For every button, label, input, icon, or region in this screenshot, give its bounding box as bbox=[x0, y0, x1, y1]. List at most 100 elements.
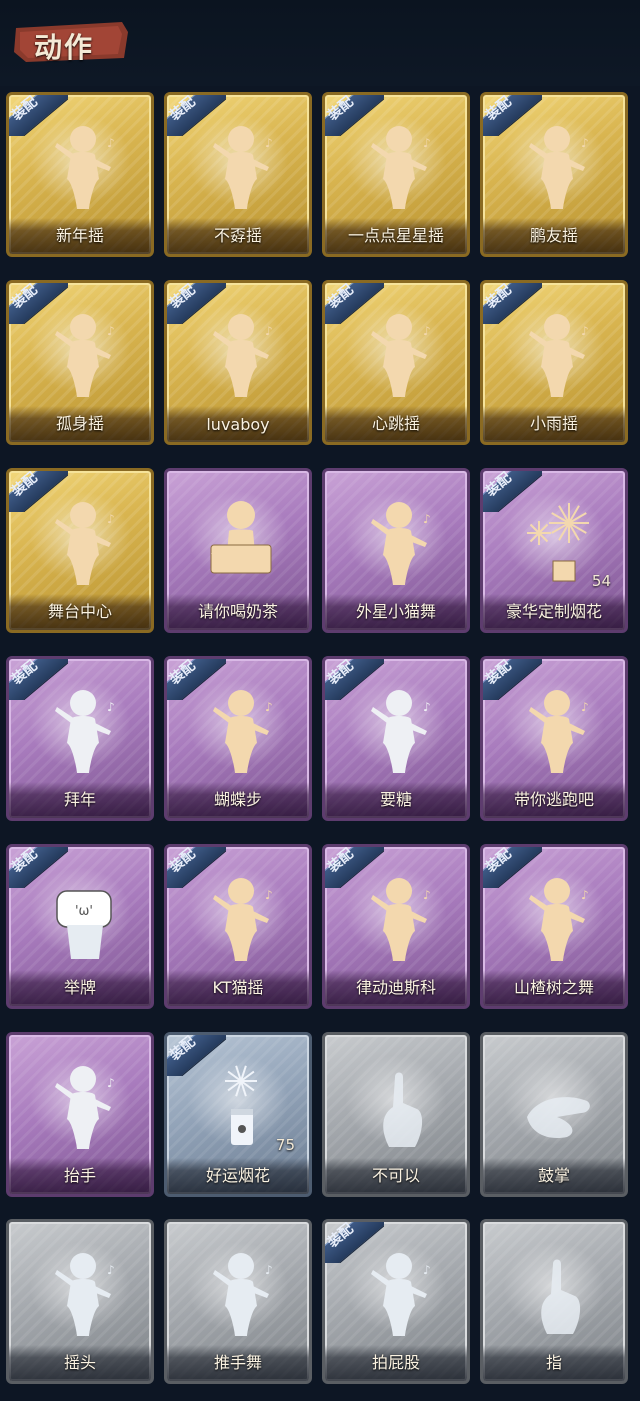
equipped-badge: 装配 bbox=[167, 847, 226, 888]
emote-label: 一点点星星摇 bbox=[347, 226, 444, 245]
svg-text:♪: ♪ bbox=[423, 700, 431, 714]
equipped-badge: 装配 bbox=[9, 847, 68, 888]
emote-card[interactable]: ♪ 蝴蝶步 装配 bbox=[164, 656, 312, 821]
equipped-badge: 装配 bbox=[483, 847, 542, 888]
emote-label: 蝴蝶步 bbox=[213, 790, 262, 809]
emote-card[interactable]: ♪ 推手舞 bbox=[164, 1219, 312, 1384]
svg-text:♪: ♪ bbox=[107, 1076, 115, 1090]
greeting-figure-icon: ♪ bbox=[55, 1066, 115, 1149]
emote-card[interactable]: ♪ 不孬摇 装配 bbox=[164, 92, 312, 257]
emote-label: 摇头 bbox=[63, 1353, 96, 1372]
emote-card[interactable]: 54 豪华定制烟花 装配 bbox=[480, 468, 628, 633]
emote-card[interactable]: ♪ KT猫摇 装配 bbox=[164, 844, 312, 1009]
svg-text:'ω': 'ω' bbox=[75, 904, 93, 919]
emote-label: 外星小猫舞 bbox=[355, 602, 436, 621]
emote-label: 新年摇 bbox=[55, 226, 104, 245]
emote-card[interactable]: 请你喝奶茶 bbox=[164, 468, 312, 633]
emote-card[interactable]: ♪ 要糖 装配 bbox=[322, 656, 470, 821]
item-count: 54 bbox=[591, 572, 611, 590]
svg-text:♪: ♪ bbox=[423, 136, 431, 150]
equipped-badge: 装配 bbox=[325, 847, 384, 888]
greeting-figure-icon: ♪ bbox=[213, 1253, 273, 1336]
equipped-badge: 装配 bbox=[9, 471, 68, 512]
emote-card[interactable]: ♪ 小雨摇 装配 bbox=[480, 280, 628, 445]
equipped-badge: 装配 bbox=[483, 283, 542, 324]
equipped-badge: 装配 bbox=[9, 659, 68, 700]
svg-text:♪: ♪ bbox=[107, 700, 115, 714]
equipped-badge: 装配 bbox=[325, 659, 384, 700]
emote-card[interactable]: 指 bbox=[480, 1219, 628, 1384]
svg-text:♪: ♪ bbox=[423, 888, 431, 902]
svg-text:♪: ♪ bbox=[423, 324, 431, 338]
emote-card[interactable]: ♪ 一点点星星摇 装配 bbox=[322, 92, 470, 257]
equipped-badge: 装配 bbox=[167, 659, 226, 700]
emote-card[interactable]: ♪ luvaboy 装配 bbox=[164, 280, 312, 445]
greeting-figure-icon: ♪ bbox=[55, 1253, 115, 1336]
svg-text:♪: ♪ bbox=[581, 324, 589, 338]
emote-card[interactable]: 75 好运烟花 装配 bbox=[164, 1032, 312, 1197]
svg-text:♪: ♪ bbox=[265, 324, 273, 338]
emote-card[interactable]: ♪ 带你逃跑吧 装配 bbox=[480, 656, 628, 821]
equipped-badge: 装配 bbox=[325, 1222, 384, 1263]
emote-label: 孤身摇 bbox=[55, 414, 104, 433]
emote-label: luvaboy bbox=[206, 415, 270, 434]
emote-label: 律动迪斯科 bbox=[355, 978, 436, 997]
equipped-badge: 装配 bbox=[167, 283, 226, 324]
equipped-badge: 装配 bbox=[483, 95, 542, 136]
svg-text:♪: ♪ bbox=[581, 700, 589, 714]
emote-card[interactable]: ♪ 舞台中心 装配 bbox=[6, 468, 154, 633]
emote-label: 拍屁股 bbox=[371, 1353, 420, 1372]
emote-card[interactable]: ♪ 拍屁股 装配 bbox=[322, 1219, 470, 1384]
milk-tea-figure-icon bbox=[210, 501, 272, 574]
equipped-badge: 装配 bbox=[9, 283, 68, 324]
equipped-badge: 装配 bbox=[325, 95, 384, 136]
emote-grid: ♪ 新年摇 装配 ♪ 不孬摇 装配 ♪ 一点点星星摇 装配 ♪ 鹏友摇 装配 ♪… bbox=[0, 86, 640, 1401]
emote-label: 拜年 bbox=[63, 790, 96, 809]
dance-figure-icon: ♪ bbox=[371, 502, 431, 585]
equipped-badge: 装配 bbox=[167, 1035, 226, 1076]
emote-label: 推手舞 bbox=[213, 1353, 262, 1372]
emote-label: 舞台中心 bbox=[47, 602, 112, 621]
clap-hands-icon bbox=[527, 1097, 590, 1139]
emote-card[interactable]: ♪ 拜年 装配 bbox=[6, 656, 154, 821]
emote-card[interactable]: ♪ 孤身摇 装配 bbox=[6, 280, 154, 445]
emote-card[interactable]: ♪ 山楂树之舞 装配 bbox=[480, 844, 628, 1009]
emote-card[interactable]: 鼓掌 bbox=[480, 1032, 628, 1197]
emote-label: 抬手 bbox=[63, 1166, 96, 1185]
svg-text:♪: ♪ bbox=[423, 512, 431, 526]
svg-text:♪: ♪ bbox=[107, 512, 115, 526]
emote-card[interactable]: ♪ 新年摇 装配 bbox=[6, 92, 154, 257]
emote-label: 不可以 bbox=[371, 1166, 420, 1185]
item-count: 75 bbox=[275, 1136, 295, 1154]
emote-label: 举牌 bbox=[63, 978, 96, 997]
svg-text:♪: ♪ bbox=[581, 888, 589, 902]
svg-text:♪: ♪ bbox=[265, 136, 273, 150]
header: 动作 bbox=[0, 0, 640, 86]
svg-text:♪: ♪ bbox=[107, 324, 115, 338]
emote-label: 山楂树之舞 bbox=[513, 978, 594, 997]
equipped-badge: 装配 bbox=[9, 95, 68, 136]
emote-card[interactable]: ♪ 摇头 bbox=[6, 1219, 154, 1384]
svg-text:♪: ♪ bbox=[107, 136, 115, 150]
emote-label: 不孬摇 bbox=[213, 226, 262, 245]
emote-card[interactable]: ♪ 鹏友摇 装配 bbox=[480, 92, 628, 257]
equipped-badge: 装配 bbox=[483, 471, 542, 512]
emote-label: 指 bbox=[545, 1353, 562, 1372]
svg-text:♪: ♪ bbox=[265, 1263, 273, 1277]
svg-text:♪: ♪ bbox=[423, 1263, 431, 1277]
emote-card[interactable]: ♪ 外星小猫舞 bbox=[322, 468, 470, 633]
emote-label: 鹏友摇 bbox=[529, 226, 578, 245]
emote-card[interactable]: ♪ 律动迪斯科 装配 bbox=[322, 844, 470, 1009]
svg-text:♪: ♪ bbox=[107, 1263, 115, 1277]
title-banner: 动作 bbox=[12, 18, 132, 66]
svg-text:♪: ♪ bbox=[265, 888, 273, 902]
emote-label: 要糖 bbox=[379, 790, 412, 809]
emote-card[interactable]: 'ω' 举牌 装配 bbox=[6, 844, 154, 1009]
emote-card[interactable]: 不可以 bbox=[322, 1032, 470, 1197]
equipped-badge: 装配 bbox=[325, 283, 384, 324]
page-title: 动作 bbox=[34, 31, 95, 64]
emote-label: 带你逃跑吧 bbox=[513, 790, 594, 809]
emote-card[interactable]: ♪ 抬手 bbox=[6, 1032, 154, 1197]
emote-label: 鼓掌 bbox=[537, 1166, 570, 1185]
emote-card[interactable]: ♪ 心跳摇 装配 bbox=[322, 280, 470, 445]
